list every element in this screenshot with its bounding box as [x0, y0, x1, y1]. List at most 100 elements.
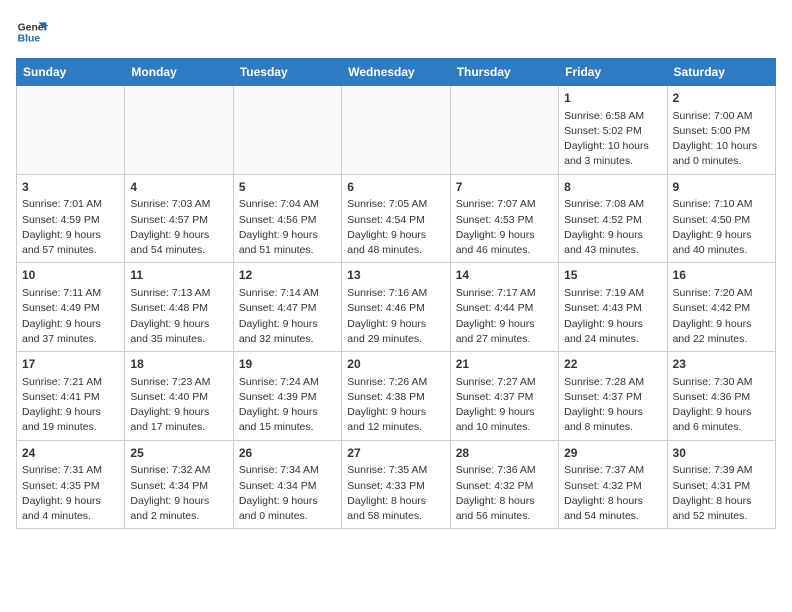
- calendar-cell: 28Sunrise: 7:36 AM Sunset: 4:32 PM Dayli…: [450, 440, 558, 529]
- day-number: 2: [673, 90, 770, 107]
- calendar-week-4: 17 Sunrise: 7:21 AM Sunset: 4:41 PM Dayli…: [17, 352, 776, 441]
- day-info: Sunrise: 7:31 AM Sunset: 4:35 PM Dayligh…: [22, 463, 119, 524]
- calendar-cell: 30Sunrise: 7:39 AM Sunset: 4:31 PM Dayli…: [667, 440, 775, 529]
- calendar-cell: 13 Sunrise: 7:16 AM Sunset: 4:46 PM Dayli…: [342, 263, 450, 352]
- calendar-table: SundayMondayTuesdayWednesdayThursdayFrid…: [16, 58, 776, 529]
- day-info: Sunrise: 7:39 AM Sunset: 4:31 PM Dayligh…: [673, 463, 770, 524]
- day-number: 27: [347, 445, 444, 462]
- calendar-cell: 1 Sunrise: 6:58 AM Sunset: 5:02 PM Daylig…: [559, 86, 667, 175]
- logo-icon: General Blue: [16, 16, 48, 48]
- calendar-cell: [450, 86, 558, 175]
- calendar-cell: 8Sunrise: 7:08 AM Sunset: 4:52 PM Daylig…: [559, 174, 667, 263]
- day-number: 16: [673, 267, 770, 284]
- day-info: Sunrise: 7:16 AM Sunset: 4:46 PM Dayligh…: [347, 286, 444, 347]
- day-number: 18: [130, 356, 227, 373]
- day-info: Sunrise: 7:14 AM Sunset: 4:47 PM Dayligh…: [239, 286, 336, 347]
- calendar-cell: 11Sunrise: 7:13 AM Sunset: 4:48 PM Dayli…: [125, 263, 233, 352]
- day-info: Sunrise: 7:34 AM Sunset: 4:34 PM Dayligh…: [239, 463, 336, 524]
- day-number: 5: [239, 179, 336, 196]
- calendar-cell: 27Sunrise: 7:35 AM Sunset: 4:33 PM Dayli…: [342, 440, 450, 529]
- day-info: Sunrise: 6:58 AM Sunset: 5:02 PM Dayligh…: [564, 109, 661, 170]
- calendar-cell: 7Sunrise: 7:07 AM Sunset: 4:53 PM Daylig…: [450, 174, 558, 263]
- day-number: 3: [22, 179, 119, 196]
- day-number: 6: [347, 179, 444, 196]
- calendar-cell: 23 Sunrise: 7:30 AM Sunset: 4:36 PM Dayli…: [667, 352, 775, 441]
- day-info: Sunrise: 7:08 AM Sunset: 4:52 PM Dayligh…: [564, 197, 661, 258]
- calendar-cell: 25Sunrise: 7:32 AM Sunset: 4:34 PM Dayli…: [125, 440, 233, 529]
- day-number: 8: [564, 179, 661, 196]
- calendar-cell: 21 Sunrise: 7:27 AM Sunset: 4:37 PM Dayli…: [450, 352, 558, 441]
- day-number: 29: [564, 445, 661, 462]
- day-number: 19: [239, 356, 336, 373]
- calendar-cell: 24Sunrise: 7:31 AM Sunset: 4:35 PM Dayli…: [17, 440, 125, 529]
- day-number: 9: [673, 179, 770, 196]
- svg-text:Blue: Blue: [18, 34, 41, 45]
- header: General Blue: [16, 16, 776, 48]
- weekday-header-sunday: Sunday: [17, 59, 125, 86]
- day-number: 17: [22, 356, 119, 373]
- weekday-header-monday: Monday: [125, 59, 233, 86]
- calendar-cell: 6Sunrise: 7:05 AM Sunset: 4:54 PM Daylig…: [342, 174, 450, 263]
- day-info: Sunrise: 7:32 AM Sunset: 4:34 PM Dayligh…: [130, 463, 227, 524]
- day-number: 10: [22, 267, 119, 284]
- calendar-cell: 5Sunrise: 7:04 AM Sunset: 4:56 PM Daylig…: [233, 174, 341, 263]
- calendar-cell: 19 Sunrise: 7:24 AM Sunset: 4:39 PM Dayli…: [233, 352, 341, 441]
- day-info: Sunrise: 7:00 AM Sunset: 5:00 PM Dayligh…: [673, 109, 770, 170]
- calendar-cell: [125, 86, 233, 175]
- calendar-cell: 4Sunrise: 7:03 AM Sunset: 4:57 PM Daylig…: [125, 174, 233, 263]
- day-number: 12: [239, 267, 336, 284]
- day-info: Sunrise: 7:36 AM Sunset: 4:32 PM Dayligh…: [456, 463, 553, 524]
- day-number: 7: [456, 179, 553, 196]
- day-number: 28: [456, 445, 553, 462]
- weekday-header-saturday: Saturday: [667, 59, 775, 86]
- day-info: Sunrise: 7:03 AM Sunset: 4:57 PM Dayligh…: [130, 197, 227, 258]
- calendar-cell: 20Sunrise: 7:26 AM Sunset: 4:38 PM Dayli…: [342, 352, 450, 441]
- day-number: 26: [239, 445, 336, 462]
- weekday-header-row: SundayMondayTuesdayWednesdayThursdayFrid…: [17, 59, 776, 86]
- day-number: 14: [456, 267, 553, 284]
- calendar-week-2: 3Sunrise: 7:01 AM Sunset: 4:59 PM Daylig…: [17, 174, 776, 263]
- day-info: Sunrise: 7:20 AM Sunset: 4:42 PM Dayligh…: [673, 286, 770, 347]
- day-info: Sunrise: 7:24 AM Sunset: 4:39 PM Dayligh…: [239, 375, 336, 436]
- weekday-header-friday: Friday: [559, 59, 667, 86]
- day-info: Sunrise: 7:27 AM Sunset: 4:37 PM Dayligh…: [456, 375, 553, 436]
- day-number: 13: [347, 267, 444, 284]
- day-info: Sunrise: 7:07 AM Sunset: 4:53 PM Dayligh…: [456, 197, 553, 258]
- calendar-cell: 10 Sunrise: 7:11 AM Sunset: 4:49 PM Dayli…: [17, 263, 125, 352]
- day-number: 24: [22, 445, 119, 462]
- day-number: 11: [130, 267, 227, 284]
- day-info: Sunrise: 7:30 AM Sunset: 4:36 PM Dayligh…: [673, 375, 770, 436]
- day-info: Sunrise: 7:21 AM Sunset: 4:41 PM Dayligh…: [22, 375, 119, 436]
- calendar-cell: 22 Sunrise: 7:28 AM Sunset: 4:37 PM Dayli…: [559, 352, 667, 441]
- day-number: 20: [347, 356, 444, 373]
- weekday-header-wednesday: Wednesday: [342, 59, 450, 86]
- day-info: Sunrise: 7:10 AM Sunset: 4:50 PM Dayligh…: [673, 197, 770, 258]
- day-number: 23: [673, 356, 770, 373]
- day-number: 30: [673, 445, 770, 462]
- calendar-cell: 3Sunrise: 7:01 AM Sunset: 4:59 PM Daylig…: [17, 174, 125, 263]
- day-info: Sunrise: 7:28 AM Sunset: 4:37 PM Dayligh…: [564, 375, 661, 436]
- calendar-week-3: 10 Sunrise: 7:11 AM Sunset: 4:49 PM Dayli…: [17, 263, 776, 352]
- day-info: Sunrise: 7:37 AM Sunset: 4:32 PM Dayligh…: [564, 463, 661, 524]
- weekday-header-thursday: Thursday: [450, 59, 558, 86]
- day-number: 1: [564, 90, 661, 107]
- day-info: Sunrise: 7:17 AM Sunset: 4:44 PM Dayligh…: [456, 286, 553, 347]
- calendar-cell: 9Sunrise: 7:10 AM Sunset: 4:50 PM Daylig…: [667, 174, 775, 263]
- calendar-cell: 15Sunrise: 7:19 AM Sunset: 4:43 PM Dayli…: [559, 263, 667, 352]
- calendar-cell: [342, 86, 450, 175]
- day-info: Sunrise: 7:11 AM Sunset: 4:49 PM Dayligh…: [22, 286, 119, 347]
- calendar-cell: 14 Sunrise: 7:17 AM Sunset: 4:44 PM Dayli…: [450, 263, 558, 352]
- calendar-cell: 18 Sunrise: 7:23 AM Sunset: 4:40 PM Dayli…: [125, 352, 233, 441]
- day-info: Sunrise: 7:01 AM Sunset: 4:59 PM Dayligh…: [22, 197, 119, 258]
- logo: General Blue: [16, 16, 48, 48]
- day-info: Sunrise: 7:23 AM Sunset: 4:40 PM Dayligh…: [130, 375, 227, 436]
- calendar-cell: [233, 86, 341, 175]
- day-info: Sunrise: 7:19 AM Sunset: 4:43 PM Dayligh…: [564, 286, 661, 347]
- calendar-cell: 26Sunrise: 7:34 AM Sunset: 4:34 PM Dayli…: [233, 440, 341, 529]
- day-info: Sunrise: 7:35 AM Sunset: 4:33 PM Dayligh…: [347, 463, 444, 524]
- day-number: 21: [456, 356, 553, 373]
- day-number: 22: [564, 356, 661, 373]
- calendar-cell: [17, 86, 125, 175]
- day-number: 4: [130, 179, 227, 196]
- day-info: Sunrise: 7:04 AM Sunset: 4:56 PM Dayligh…: [239, 197, 336, 258]
